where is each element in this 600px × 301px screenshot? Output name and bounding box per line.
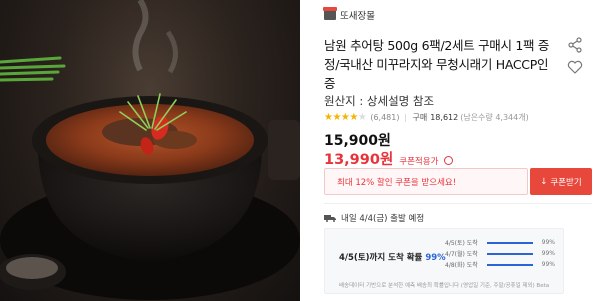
coupon-download-button[interactable]: ↓ 쿠폰받기 xyxy=(530,168,592,195)
forecast-pct: 99% xyxy=(541,250,555,257)
forecast-row: 4/7(월) 도착 99% xyxy=(445,248,559,259)
forecast-bar-fill xyxy=(487,241,533,244)
product-origin: 원산지 : 상세설명 참조 xyxy=(324,94,435,108)
forecast-bar xyxy=(487,263,533,266)
forecast-bar xyxy=(487,241,533,244)
arrival-probability: 4/5(토)까지 도착 확률 99% xyxy=(339,251,446,263)
divider xyxy=(324,203,592,204)
delivery-forecast-box: 4/5(토)까지 도착 확률 99% 4/5(토) 도착 99% 4/7(월) … xyxy=(324,228,564,294)
product-title: 남원 추어탕 500g 6팩/2세트 구매시 1팩 증정/국내산 미꾸라지와 무… xyxy=(324,38,550,91)
share-icon[interactable] xyxy=(566,36,584,54)
truck-icon xyxy=(324,215,336,222)
coupon-banner[interactable]: 최대 12% 할인 쿠폰을 받으세요! xyxy=(324,168,528,195)
arrival-probability-text: 4/5(토)까지 도착 확률 xyxy=(339,253,423,263)
delivery-estimate: 내일 4/4(금) 출발 예정 xyxy=(324,212,424,224)
coupon-message: 최대 12% 할인 쿠폰을 받으세요! xyxy=(337,177,457,188)
coupon-price-label: 쿠폰적용가 xyxy=(399,157,439,167)
seller-link[interactable]: 또새장몰 xyxy=(323,7,375,22)
purchase-count: 18,612 xyxy=(430,113,459,122)
forecast-row: 4/8(화) 도착 99% xyxy=(445,259,559,270)
forecast-bar-fill xyxy=(487,252,533,255)
forecast-row: 4/5(토) 도착 99% xyxy=(445,237,559,248)
forecast-pct: 99% xyxy=(541,239,555,246)
forecast-bar xyxy=(487,252,533,255)
download-icon: ↓ xyxy=(540,176,548,187)
forecast-pct: 99% xyxy=(541,261,555,268)
product-image xyxy=(0,0,300,301)
forecast-note: 배송데이터 기반으로 분석한 예측 배송최 확률입니다 (영업일 기준, 주말/… xyxy=(339,283,550,289)
original-price: 15,900원 xyxy=(324,133,391,149)
arrival-distribution: 4/5(토) 도착 99% 4/7(월) 도착 99% 4/8(화) 도착 99… xyxy=(445,237,559,270)
forecast-date: 4/5(토) 도착 xyxy=(445,240,478,247)
sale-price: 13,990원 xyxy=(324,152,394,168)
heart-icon[interactable] xyxy=(566,58,584,76)
review-count[interactable]: (6,481) xyxy=(370,113,399,122)
delivery-label: 내일 4/4(금) 출발 예정 xyxy=(341,214,425,224)
coupon-button-label: 쿠폰받기 xyxy=(550,177,582,188)
seller-name[interactable]: 또새장몰 xyxy=(340,8,375,22)
sale-price-row: 13,990원 쿠폰적용가 xyxy=(324,148,454,169)
forecast-bar-fill xyxy=(487,263,533,266)
forecast-date: 4/8(화) 도착 xyxy=(445,262,478,269)
rating-row: ★★★★★ (6,481) 구매 18,612 (남은수량 4,344개) xyxy=(324,112,529,123)
purchase-label: 구매 xyxy=(412,113,428,122)
remaining-stock: (남은수량 4,344개) xyxy=(460,113,529,122)
product-photo-illustration xyxy=(0,0,300,300)
forecast-date: 4/7(월) 도착 xyxy=(445,251,478,258)
arrival-probability-value: 99% xyxy=(425,253,446,263)
info-icon[interactable] xyxy=(444,156,454,165)
store-icon xyxy=(323,7,337,20)
divider xyxy=(405,113,407,122)
rating-stars[interactable]: ★★★★★ xyxy=(324,112,367,123)
